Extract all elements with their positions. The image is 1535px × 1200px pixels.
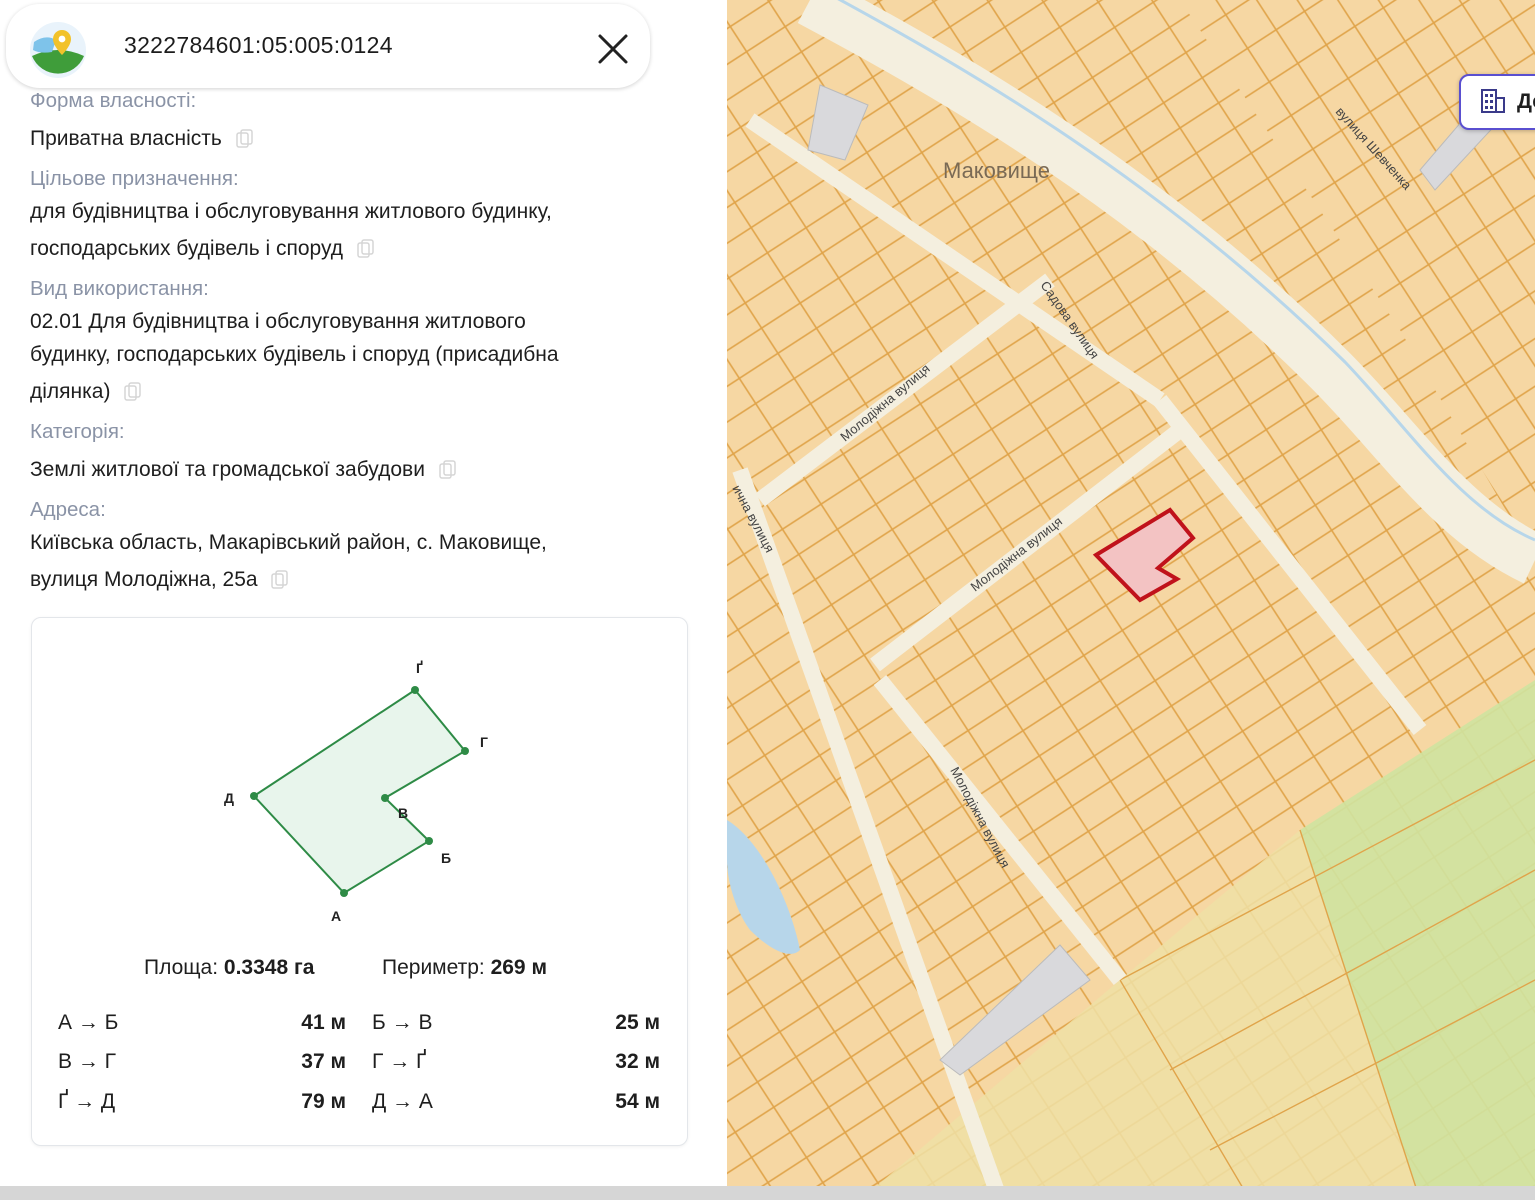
- usage-line-1: 02.01 Для будівництва і обслуговування ж…: [30, 310, 526, 333]
- purpose-value: для будівництва і обслуговування житлово…: [30, 195, 670, 265]
- vertex-v-point: [381, 794, 389, 802]
- segment-length: 32 м: [615, 1050, 660, 1073]
- vertex-a-point: [340, 889, 348, 897]
- panel-header: 3222784601:05:005:0124: [6, 4, 650, 88]
- copy-icon[interactable]: [235, 129, 254, 149]
- layers-button-label: Де: [1517, 90, 1535, 113]
- purpose-line-1: для будівництва і обслуговування житлово…: [30, 200, 552, 223]
- segment-length: 79 м: [301, 1090, 346, 1113]
- vertex-g-label: Г: [480, 734, 488, 750]
- area-label: Площа:: [144, 956, 219, 979]
- vertex-b-label: Б: [441, 850, 451, 866]
- vertex-gg-label: Ґ: [416, 660, 423, 676]
- copy-icon[interactable]: [124, 382, 142, 402]
- map-canvas[interactable]: Маковище Молодіжна вулиця Садова вулиця …: [727, 0, 1535, 1200]
- address-line-2-text: вулиця Молодіжна, 25а: [30, 568, 258, 591]
- copy-icon[interactable]: [439, 460, 457, 480]
- segment-length: 25 м: [615, 1011, 660, 1034]
- address-line-2: вулиця Молодіжна, 25а: [30, 563, 670, 596]
- purpose-line-2: господарських будівель і споруд: [30, 232, 670, 265]
- vertex-v-label: В: [398, 805, 408, 821]
- ownership-text: Приватна власність: [30, 127, 222, 150]
- ownership-label: Форма власності:: [30, 89, 197, 112]
- usage-line-3: ділянка): [30, 375, 670, 408]
- copy-icon[interactable]: [271, 570, 289, 590]
- vertex-a-label: А: [331, 908, 341, 924]
- bottom-bar: [0, 1186, 1535, 1200]
- segment-length: 54 м: [615, 1090, 660, 1113]
- village-label: Маковище: [943, 158, 1050, 183]
- segment-name: Г → Ґ: [372, 1050, 427, 1073]
- area-value: 0.3348 га: [223, 956, 315, 979]
- perimeter-label: Периметр:: [382, 956, 485, 979]
- vertex-d-point: [250, 792, 258, 800]
- cadastral-number: 3222784601:05:005:0124: [124, 32, 393, 58]
- address-line-1: Київська область, Макарівський район, с.…: [30, 531, 547, 554]
- segment-name: Д → А: [372, 1090, 433, 1113]
- vertex-b-point: [425, 837, 433, 845]
- vertex-d-label: Д: [224, 790, 234, 806]
- segment-name: Б → В: [372, 1011, 433, 1034]
- building-icon: [1481, 89, 1505, 113]
- close-icon[interactable]: [592, 28, 634, 70]
- area-display: Площа: 0.3348 га: [144, 956, 314, 980]
- parcel-info-panel: 3222784601:05:005:0124 Форма власності: …: [0, 0, 727, 1200]
- layers-button[interactable]: Де: [1459, 74, 1535, 130]
- usage-line-3-text: ділянка): [30, 380, 111, 403]
- segment-name: А → Б: [58, 1011, 119, 1034]
- usage-value: 02.01 Для будівництва і обслуговування ж…: [30, 305, 670, 408]
- address-label: Адреса:: [30, 498, 106, 521]
- cadastral-map[interactable]: Маковище Молодіжна вулиця Садова вулиця …: [727, 0, 1535, 1200]
- segment-length: 37 м: [301, 1050, 346, 1073]
- category-label: Категорія:: [30, 420, 125, 443]
- perimeter-display: Периметр: 269 м: [382, 956, 547, 980]
- perimeter-value: 269 м: [490, 956, 547, 979]
- parcel-polygon: [252, 688, 467, 895]
- map-pin-globe-icon: [30, 22, 86, 78]
- vertex-gg-point: [411, 686, 419, 694]
- address-value: Київська область, Макарівський район, с.…: [30, 526, 670, 596]
- purpose-label: Цільове призначення:: [30, 167, 239, 190]
- vertex-g-point: [461, 747, 469, 755]
- usage-line-2: будинку, господарських будівель і споруд…: [30, 343, 559, 366]
- purpose-line-2-text: господарських будівель і споруд: [30, 237, 344, 260]
- usage-label: Вид використання:: [30, 277, 209, 300]
- segment-length: 41 м: [301, 1011, 346, 1034]
- parcel-plan-card: А Б В Г Ґ Д Площа: 0.3348 га Периметр: 2…: [31, 617, 688, 1146]
- segment-name: Ґ → Д: [58, 1090, 116, 1113]
- category-value: Землі житлової та громадської забудови: [30, 453, 670, 486]
- parcel-shape-diagram: А Б В Г Ґ Д: [224, 660, 488, 924]
- category-text: Землі житлової та громадської забудови: [30, 458, 425, 481]
- copy-icon[interactable]: [357, 239, 375, 259]
- ownership-value: Приватна власність: [30, 122, 670, 155]
- segment-name: В → Г: [58, 1050, 117, 1073]
